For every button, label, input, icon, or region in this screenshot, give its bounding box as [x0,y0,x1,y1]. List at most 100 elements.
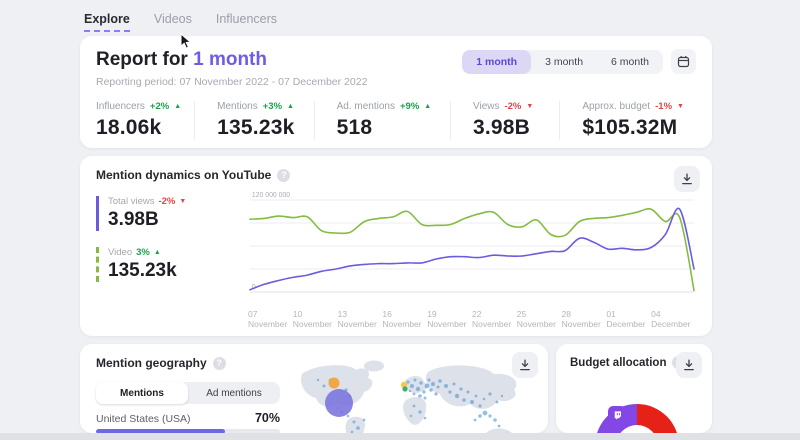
country-share: 70% [255,411,280,425]
mention-dot [422,390,425,393]
toggle-mentions[interactable]: Mentions [96,382,188,404]
toggle-ad-mentions[interactable]: Ad mentions [188,382,280,404]
mention-dot [409,390,411,392]
mention-dot [413,405,416,408]
calendar-button[interactable] [671,49,696,74]
series-total-views [250,208,694,289]
x-axis-labels: 07 November10 November 13 November16 Nov… [248,309,696,329]
mention-dot [419,381,422,384]
tab-videos[interactable]: Videos [154,12,192,32]
usa-bubble [325,389,353,417]
line-chart-area[interactable]: 120 000 000 0 07 November10 November 13 … [248,188,696,329]
mention-dot [323,385,326,388]
world-map[interactable] [294,356,542,433]
mention-dot [498,425,501,428]
mention-dot [347,415,350,418]
mention-dot [470,400,474,404]
mention-dot [424,397,427,400]
mention-dot [429,388,433,392]
mention-dot [414,379,417,382]
budget-allocation-title: Budget allocation [570,357,666,369]
budget-allocation-card: Budget allocation ? [556,344,712,433]
mention-dot [418,410,421,413]
mention-dot [478,404,481,407]
mention-dot [410,384,414,388]
download-icon [681,173,693,185]
dashboard-page: Explore Videos Influencers Report for 1 … [0,0,800,440]
mention-dot [363,419,366,422]
mention-dot [413,393,416,396]
metric-approx-budget: Approx. budget-1%▼ $105.32M [559,101,696,140]
mention-dynamics-card: Mention dynamics on YouTube ? Total view… [80,156,712,336]
mention-dot [459,387,462,390]
mention-dot [496,401,499,404]
mention-dot [425,384,430,389]
mention-dot [453,383,456,386]
mention-dot [434,392,437,395]
mention-dot [428,379,431,382]
trend-down-icon: ▼ [526,103,533,110]
reporting-period-subtitle: Reporting period: 07 November 2022 - 07 … [96,76,367,88]
legend-video: Video3%▲ 135.23k [96,247,248,282]
trend-down-icon: ▼ [677,103,684,110]
kpi-metrics-row: Influencers+2%▲ 18.06k Mentions+3%▲ 135.… [96,101,696,140]
report-summary-card: Report for 1 month Reporting period: 07 … [80,36,712,148]
trend-up-icon: ▲ [154,249,161,256]
mention-dot [353,421,356,424]
top-tabs: Explore Videos Influencers [84,12,277,32]
mention-dot [488,392,491,395]
mention-dot [410,415,412,417]
mention-dot [444,384,448,388]
mention-dot [467,391,470,394]
mention-dot [475,395,478,398]
y-axis-max-label: 120 000 000 [252,192,290,199]
mention-dot [478,414,482,418]
mention-dot [418,394,422,398]
mention-dot [437,386,440,389]
mention-geography-card: Mention geography ? Mentions Ad mentions… [80,344,548,433]
canada-bubble [329,378,340,389]
help-icon[interactable]: ? [213,357,226,370]
mention-dot [406,380,409,383]
tab-influencers[interactable]: Influencers [216,12,277,32]
metric-influencers: Influencers+2%▲ 18.06k [96,101,194,140]
mention-dot [488,414,491,417]
period-3-month-button[interactable]: 3 month [531,50,597,74]
mouse-cursor-icon [180,33,192,50]
mention-dynamics-title: Mention dynamics on YouTube [96,168,271,182]
report-period-highlight: 1 month [193,49,267,70]
mention-dot [431,382,435,386]
download-budget-button[interactable] [676,352,702,378]
calendar-icon [677,55,690,68]
series-video [250,209,694,291]
trend-up-icon: ▲ [424,103,431,110]
mention-geography-title: Mention geography [96,356,207,370]
period-1-month-button[interactable]: 1 month [462,50,531,74]
tab-explore[interactable]: Explore [84,12,130,32]
metric-ad-mentions: Ad. mentions+9%▲ 518 [314,101,450,140]
mention-dot [438,379,442,383]
legend-total-views: Total views-2%▼ 3.98B [96,196,248,231]
mention-dot [474,419,477,422]
viewport-bottom-edge [0,433,800,440]
metric-views: Views-2%▼ 3.98B [450,101,559,140]
download-icon [683,359,695,371]
period-6-month-button[interactable]: 6 month [597,50,663,74]
mention-dot [448,390,451,393]
twitch-icon [608,406,626,424]
chart-legend: Total views-2%▼ 3.98B Video3%▲ 135.23k [96,188,248,329]
mention-dot [483,398,486,401]
mention-dot [462,398,466,402]
country-name: United States (USA) [96,413,191,425]
mention-dot [455,394,459,398]
donut-hole [616,425,658,433]
country-row: United States (USA) 70% [96,411,280,425]
mention-dot [483,411,488,416]
mentions-toggle: Mentions Ad mentions [96,382,280,404]
period-segmented-control: 1 month 3 month 6 month [462,50,663,74]
mention-dot [317,379,319,381]
mention-dot [424,417,427,420]
period-controls: 1 month 3 month 6 month [462,49,696,74]
help-icon[interactable]: ? [277,169,290,182]
trend-up-icon: ▲ [174,103,181,110]
